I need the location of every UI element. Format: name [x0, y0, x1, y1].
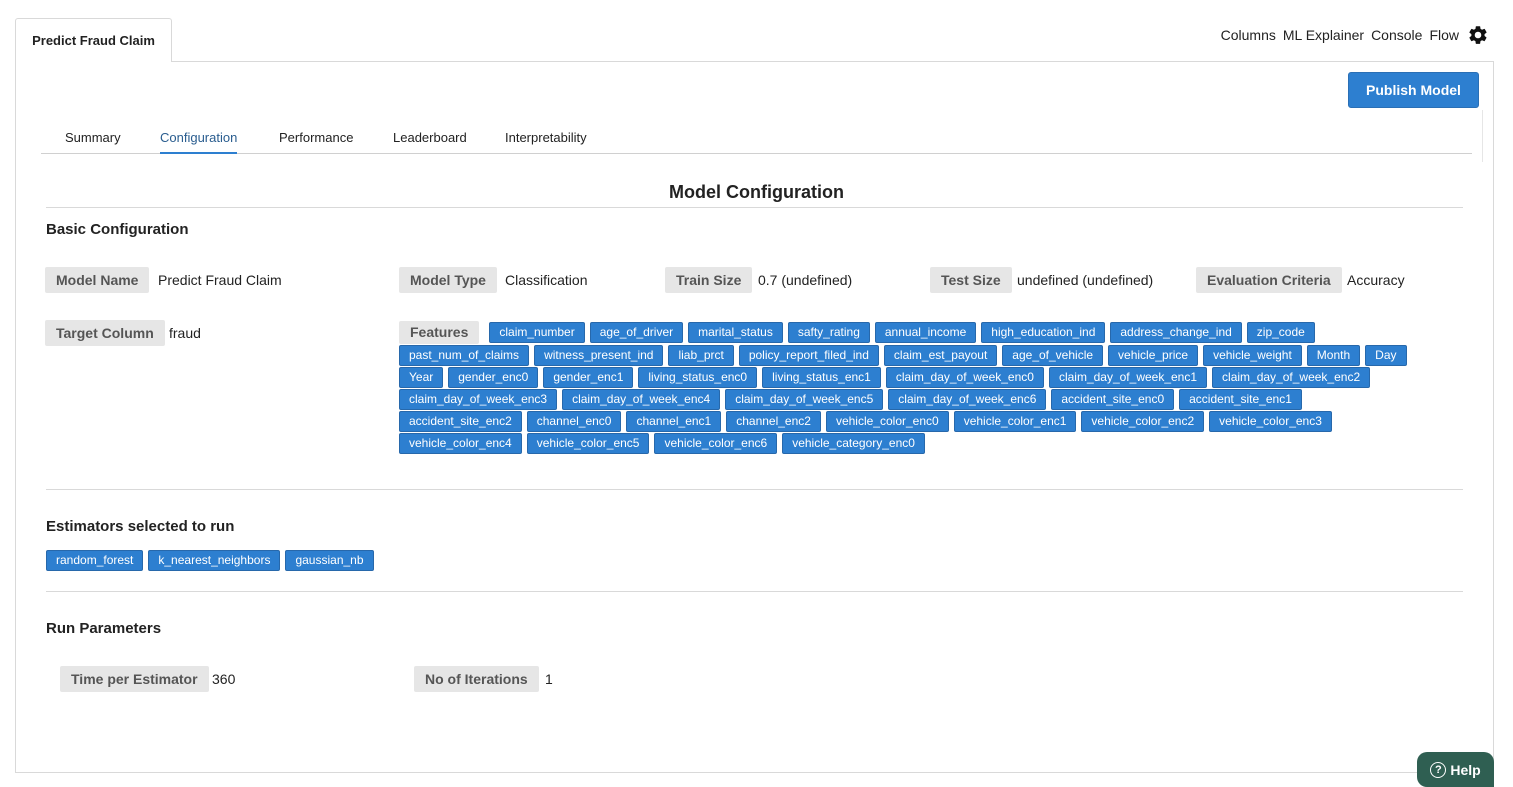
feature-chip: safty_rating	[787, 322, 870, 343]
question-icon: ?	[1430, 761, 1447, 778]
feature-chip: zip_code	[1246, 322, 1315, 343]
feature-chip: annual_income	[874, 322, 977, 343]
train-size-value: 0.7 (undefined)	[758, 272, 853, 288]
feature-chip: policy_report_filed_ind	[738, 345, 879, 366]
model-name-label: Model Name	[45, 267, 150, 293]
feature-chip: marital_status	[688, 322, 783, 343]
feature-chip: living_status_enc0	[638, 367, 758, 388]
feature-chip: channel_enc1	[626, 411, 722, 432]
tab-configuration[interactable]: Configuration	[160, 130, 238, 154]
feature-chip: witness_present_ind	[534, 345, 664, 366]
features-list: Features claim_number age_of_driver mari…	[399, 321, 1429, 455]
top-nav: Columns ML Explainer Console Flow	[1221, 27, 1459, 43]
train-size-label: Train Size	[665, 267, 753, 293]
feature-chip: vehicle_color_enc6	[654, 433, 778, 454]
divider	[46, 591, 1463, 592]
feature-chip: accident_site_enc1	[1179, 389, 1302, 410]
feature-chip: vehicle_price	[1108, 345, 1199, 366]
tab-leaderboard[interactable]: Leaderboard	[393, 130, 467, 152]
feature-chip: claim_day_of_week_enc0	[885, 367, 1044, 388]
evaluation-criteria-label: Evaluation Criteria	[1196, 267, 1342, 293]
feature-chip: channel_enc2	[726, 411, 821, 432]
iterations-label: No of Iterations	[414, 666, 539, 692]
evaluation-criteria-value: Accuracy	[1347, 272, 1405, 288]
columns-link[interactable]: Columns	[1221, 27, 1276, 43]
run-parameters-heading: Run Parameters	[46, 620, 162, 637]
gear-icon[interactable]	[1467, 24, 1489, 46]
divider	[46, 207, 1463, 208]
iterations-value: 1	[545, 671, 553, 687]
console-link[interactable]: Console	[1371, 27, 1422, 43]
feature-chip: Year	[399, 367, 444, 388]
page-title: Model Configuration	[669, 182, 844, 202]
flow-link[interactable]: Flow	[1429, 27, 1459, 43]
feature-chip: vehicle_color_enc1	[953, 411, 1077, 432]
subtab-bar: Summary Configuration Performance Leader…	[41, 124, 1472, 154]
model-type-label: Model Type	[399, 267, 497, 293]
feature-chip: claim_day_of_week_enc5	[725, 389, 884, 410]
feature-chip: age_of_vehicle	[1002, 345, 1104, 366]
tab-summary[interactable]: Summary	[65, 130, 121, 152]
feature-chip: claim_day_of_week_enc1	[1048, 367, 1208, 388]
feature-chip: living_status_enc1	[762, 367, 881, 388]
basic-config-heading: Basic Configuration	[46, 221, 189, 238]
tab-performance[interactable]: Performance	[279, 130, 353, 152]
feature-chip: accident_site_enc0	[1051, 389, 1175, 410]
divider	[1482, 110, 1483, 162]
feature-chip: liab_prct	[668, 345, 734, 366]
publish-model-button[interactable]: Publish Model	[1348, 72, 1479, 108]
estimator-chip: k_nearest_neighbors	[148, 550, 281, 571]
feature-chip: vehicle_color_enc2	[1081, 411, 1205, 432]
feature-chip: gender_enc0	[448, 367, 539, 388]
estimator-chip: gaussian_nb	[285, 550, 374, 571]
feature-chip: vehicle_weight	[1203, 345, 1302, 366]
target-column-value: fraud	[169, 325, 201, 341]
feature-chip: claim_day_of_week_enc6	[888, 389, 1047, 410]
feature-chip: vehicle_color_enc3	[1209, 411, 1332, 432]
time-per-estimator-value: 360	[212, 671, 236, 687]
tab-predict-fraud-claim[interactable]: Predict Fraud Claim	[15, 18, 172, 62]
help-button[interactable]: ? Help	[1417, 752, 1494, 787]
feature-chip: Month	[1306, 345, 1361, 366]
feature-chip: past_num_of_claims	[399, 345, 530, 366]
test-size-value: undefined (undefined)	[1017, 272, 1154, 288]
ml-explainer-link[interactable]: ML Explainer	[1283, 27, 1364, 43]
target-column-label: Target Column	[45, 320, 165, 346]
tab-interpretability[interactable]: Interpretability	[505, 130, 587, 152]
feature-chip: high_education_ind	[981, 322, 1106, 343]
test-size-label: Test Size	[930, 267, 1012, 293]
feature-chip: vehicle_color_enc0	[825, 411, 949, 432]
feature-chip: vehicle_color_enc4	[399, 433, 522, 454]
feature-chip: address_change_ind	[1110, 322, 1242, 343]
feature-chip: vehicle_color_enc5	[526, 433, 650, 454]
estimators-list: random_forest k_nearest_neighbors gaussi…	[46, 550, 379, 572]
feature-chip: vehicle_category_enc0	[782, 433, 925, 454]
feature-chip: gender_enc1	[543, 367, 634, 388]
feature-chip: channel_enc0	[526, 411, 622, 432]
feature-chip: claim_day_of_week_enc2	[1212, 367, 1371, 388]
feature-chip: claim_day_of_week_enc4	[562, 389, 721, 410]
feature-chip: accident_site_enc2	[399, 411, 522, 432]
features-label: Features	[399, 321, 480, 344]
feature-chip: age_of_driver	[589, 322, 684, 343]
time-per-estimator-label: Time per Estimator	[60, 666, 209, 692]
model-name-value: Predict Fraud Claim	[158, 272, 282, 288]
help-label: Help	[1450, 761, 1481, 778]
model-type-value: Classification	[505, 272, 588, 288]
estimator-chip: random_forest	[46, 550, 144, 571]
divider	[46, 489, 1463, 490]
estimators-heading: Estimators selected to run	[46, 518, 235, 535]
feature-chip: claim_est_payout	[883, 345, 998, 366]
feature-chip: claim_day_of_week_enc3	[399, 389, 558, 410]
feature-chip: claim_number	[489, 322, 585, 343]
feature-chip: Day	[1365, 345, 1407, 366]
